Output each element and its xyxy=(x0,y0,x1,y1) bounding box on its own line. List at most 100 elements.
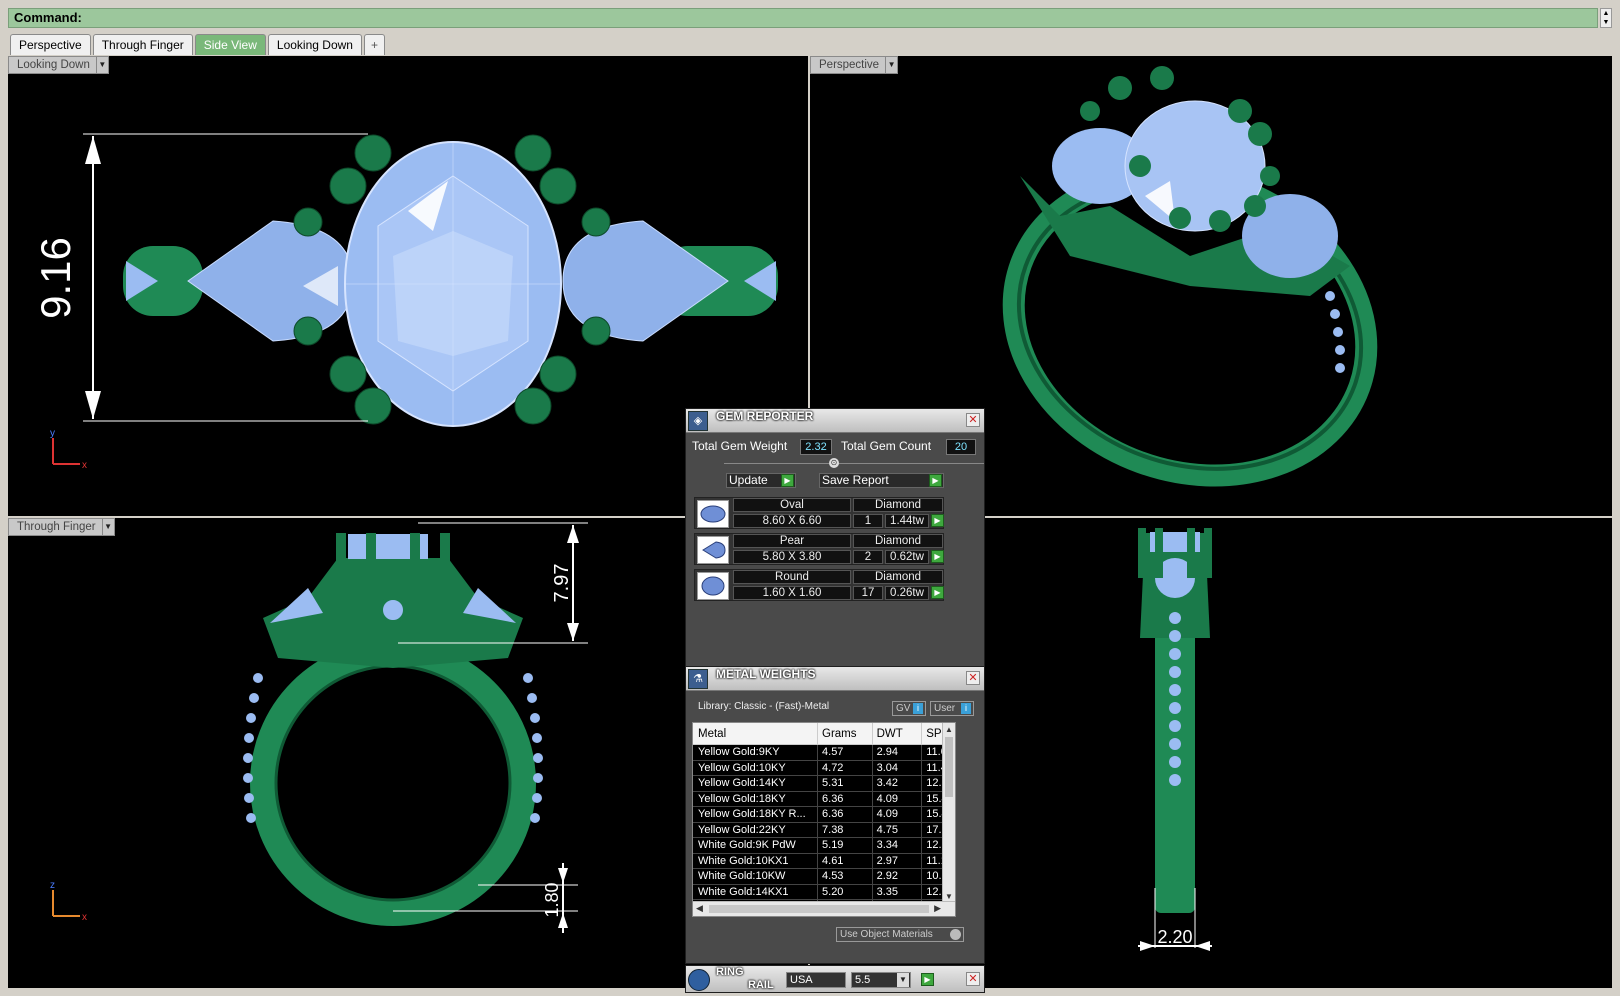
table-cell: Yellow Gold:14KY xyxy=(693,776,819,791)
table-row[interactable]: Yellow Gold:10KY 4.72 3.04 11.45 xyxy=(693,760,955,776)
ring-rail-panel: RING RAIL USA 5.5 ▼ ▶ ✕ xyxy=(685,965,985,993)
gem-material: Diamond xyxy=(853,570,943,584)
total-gem-weight-label: Total Gem Weight xyxy=(692,439,788,453)
gem-row-round[interactable]: Round Diamond 1.60 X 1.60 17 0.26tw ▶ xyxy=(694,569,944,601)
viewport-title-dropdown[interactable]: Looking Down ▼ xyxy=(8,56,109,74)
gem-shape: Oval xyxy=(733,498,851,512)
table-cell: White Gold:10KW xyxy=(693,869,819,884)
play-icon[interactable]: ▶ xyxy=(931,586,944,599)
table-cell: Yellow Gold:9KY xyxy=(693,745,819,760)
chevron-down-icon: ▼ xyxy=(897,973,909,987)
table-row[interactable]: Yellow Gold:9KY 4.57 2.94 11.08 xyxy=(693,745,955,761)
viewport-title-dropdown[interactable]: Perspective ▼ xyxy=(810,56,899,74)
chevron-down-icon[interactable]: ▼ xyxy=(945,892,953,901)
axis-x-label: x xyxy=(82,912,87,923)
chevron-right-icon[interactable]: ▶ xyxy=(934,903,941,914)
tab-through-finger[interactable]: Through Finger xyxy=(92,34,193,55)
ring-size-value: 5.5 xyxy=(855,974,871,986)
close-icon[interactable]: ✕ xyxy=(966,413,980,427)
gv-toggle[interactable]: GV i xyxy=(892,701,926,716)
metal-table-body: Yellow Gold:9KY 4.57 2.94 11.08 Yellow Gold:… xyxy=(693,745,955,916)
play-icon[interactable]: ▶ xyxy=(931,514,944,527)
dimension-top: 7.97 xyxy=(551,564,573,603)
command-bar[interactable]: Command: xyxy=(8,8,1598,28)
update-label: Update xyxy=(729,473,768,487)
column-header-grams[interactable]: Grams xyxy=(818,723,873,744)
chevron-left-icon[interactable]: ◀ xyxy=(696,903,703,914)
total-gem-count-label: Total Gem Count xyxy=(841,439,932,453)
gem-shape: Pear xyxy=(733,534,851,548)
user-toggle[interactable]: User i xyxy=(930,701,974,716)
table-cell: 4.09 xyxy=(873,791,923,806)
table-row[interactable]: Yellow Gold:14KY 5.31 3.42 12.88 xyxy=(693,776,955,792)
metal-weights-titlebar[interactable]: ⚗ METAL WEIGHTS ✕ xyxy=(686,667,984,691)
viewport-title-dropdown[interactable]: Through Finger ▼ xyxy=(8,518,115,536)
table-cell: Yellow Gold:22KY xyxy=(693,822,819,837)
scroll-thumb[interactable] xyxy=(709,905,929,913)
ring-size-select[interactable]: 5.5 ▼ xyxy=(851,972,911,988)
gem-reporter-titlebar[interactable]: ◈ GEM REPORTER ✕ xyxy=(686,409,984,433)
table-cell: 3.04 xyxy=(873,760,923,775)
add-tab-button[interactable]: + xyxy=(363,34,385,55)
command-scroll[interactable]: ▲ ▼ xyxy=(1600,8,1612,28)
tab-perspective[interactable]: Perspective xyxy=(10,34,91,55)
table-cell: 4.75 xyxy=(873,822,923,837)
viewport-title: Looking Down xyxy=(17,59,90,71)
table-cell: 4.57 xyxy=(818,745,873,760)
info-icon: i xyxy=(913,703,923,714)
library-label: Library: Classic - (Fast)-Metal xyxy=(698,701,830,712)
ring-icon xyxy=(688,969,710,991)
column-header-dwt[interactable]: DWT xyxy=(873,723,923,744)
axis-x-label: x xyxy=(82,460,87,471)
column-header-metal[interactable]: Metal xyxy=(693,723,819,744)
size-system-select[interactable]: USA xyxy=(786,972,846,988)
gv-label: GV xyxy=(896,703,911,714)
scroll-thumb[interactable] xyxy=(945,737,953,797)
table-cell: 6.36 xyxy=(818,791,873,806)
table-cell: 3.35 xyxy=(873,884,923,899)
horizontal-scrollbar[interactable]: ◀ ▶ xyxy=(693,901,955,916)
gem-shape: Round xyxy=(733,570,851,584)
close-icon[interactable]: ✕ xyxy=(966,972,980,986)
dimension-width: 2.20 xyxy=(1157,927,1192,947)
play-icon[interactable]: ▶ xyxy=(921,973,934,986)
table-row[interactable]: White Gold:10KW 4.53 2.92 10.99 xyxy=(693,869,955,885)
gem-count: 2 xyxy=(853,550,883,564)
play-icon: ▶ xyxy=(781,474,794,487)
table-cell: 2.94 xyxy=(873,745,923,760)
table-cell: Yellow Gold:18KY xyxy=(693,791,819,806)
table-row[interactable]: Yellow Gold:18KY 6.36 4.09 15.43 xyxy=(693,791,955,807)
play-icon[interactable]: ▶ xyxy=(931,550,944,563)
gem-weight: 0.26tw xyxy=(885,586,929,600)
table-row[interactable]: White Gold:9K PdW 5.19 3.34 12.59 xyxy=(693,838,955,854)
tab-side-view[interactable]: Side View xyxy=(194,34,266,55)
gem-reporter-title: GEM REPORTER xyxy=(716,409,814,423)
chevron-up-icon[interactable]: ▲ xyxy=(945,725,953,734)
table-cell: 4.09 xyxy=(873,807,923,822)
dimension-height: 9.16 xyxy=(32,237,79,319)
vertical-scrollbar[interactable]: ▲ ▼ xyxy=(942,723,955,903)
gem-weight: 1.44tw xyxy=(885,514,929,528)
gem-reporter-icon: ◈ xyxy=(688,411,708,431)
use-object-materials-toggle[interactable]: Use Object Materials xyxy=(836,927,964,942)
gem-row-pear[interactable]: Pear Diamond 5.80 X 3.80 2 0.62tw ▶ xyxy=(694,533,944,565)
metal-weights-panel: ⚗ METAL WEIGHTS ✕ Library: Classic - (Fa… xyxy=(685,666,985,964)
table-cell: 4.61 xyxy=(818,853,873,868)
pear-gem-icon xyxy=(697,536,729,564)
table-row[interactable]: Yellow Gold:18KY R... 6.36 4.09 15.43 xyxy=(693,807,955,823)
table-cell: 3.42 xyxy=(873,776,923,791)
table-cell: 7.38 xyxy=(818,822,873,837)
round-gem-icon xyxy=(697,572,729,600)
ring-rail-title-2: RAIL xyxy=(748,979,774,991)
table-row[interactable]: Yellow Gold:22KY 7.38 4.75 17.89 xyxy=(693,822,955,838)
update-button[interactable]: Update ▶ xyxy=(726,473,796,488)
save-report-button[interactable]: Save Report ▶ xyxy=(819,473,944,488)
table-row[interactable]: White Gold:14KX1 5.20 3.35 12.61 xyxy=(693,884,955,900)
table-row[interactable]: White Gold:10KX1 4.61 2.97 11.18 xyxy=(693,853,955,869)
viewport-tabs: Perspective Through Finger Side View Loo… xyxy=(10,34,387,56)
close-icon[interactable]: ✕ xyxy=(966,671,980,685)
info-icon: i xyxy=(961,703,971,714)
tab-looking-down[interactable]: Looking Down xyxy=(267,34,362,55)
collapse-icon[interactable]: ⊙ xyxy=(829,458,839,468)
gem-row-oval[interactable]: Oval Diamond 8.60 X 6.60 1 1.44tw ▶ xyxy=(694,497,944,529)
